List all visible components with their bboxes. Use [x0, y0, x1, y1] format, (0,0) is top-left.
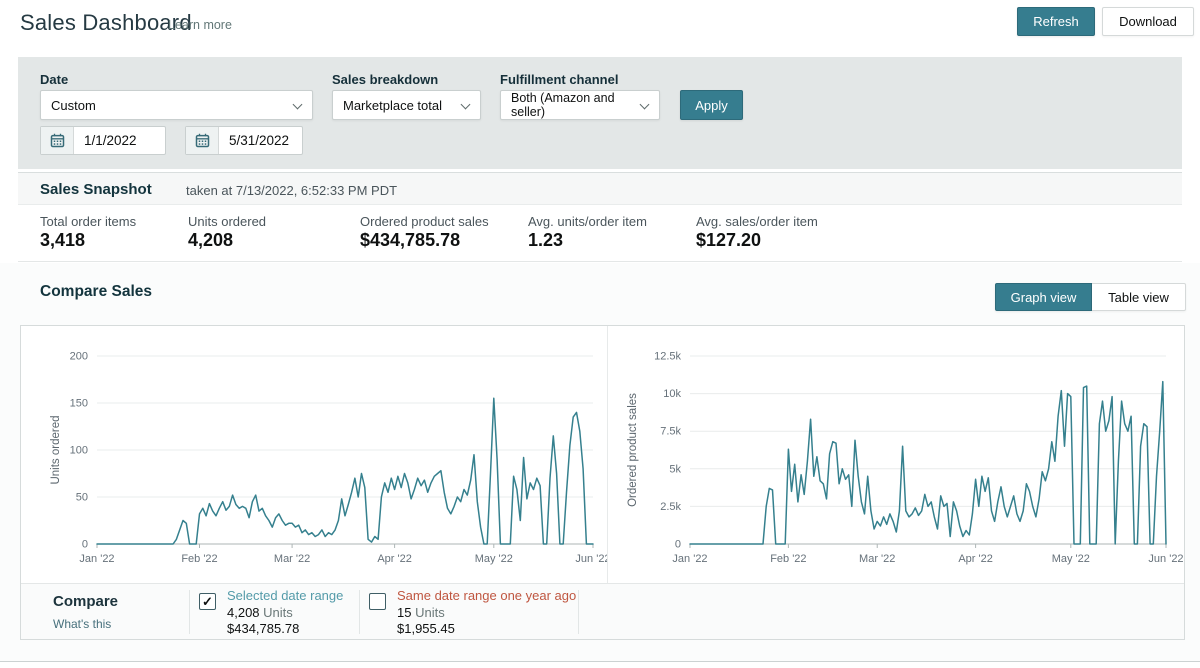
chevron-down-icon — [293, 100, 303, 110]
divider — [359, 590, 360, 634]
table-view-button[interactable]: Table view — [1092, 283, 1186, 311]
svg-text:50: 50 — [76, 492, 88, 504]
end-date-input[interactable]: 5/31/2022 — [185, 126, 303, 155]
svg-text:Mar '22: Mar '22 — [859, 553, 895, 565]
compare-row: Compare What's this ✓ Selected date rang… — [21, 583, 1184, 639]
apply-button[interactable]: Apply — [680, 90, 743, 120]
calendar-icon — [186, 127, 219, 154]
svg-text:Mar '22: Mar '22 — [274, 553, 310, 565]
svg-text:0: 0 — [675, 539, 681, 551]
download-button[interactable]: Download — [1102, 7, 1194, 36]
compare-sales-section: Compare Sales Graph view Table view 0 50 1… — [0, 263, 1200, 662]
svg-text:10k: 10k — [663, 388, 681, 400]
learn-more-link[interactable]: Learn more — [168, 18, 232, 32]
ordered-product-sales-chart: 0 2.5k 5k 7.5k 10k 12.5k Jan '22 Feb '22 Mar '22… — [607, 326, 1184, 583]
previous-range-checkbox[interactable] — [369, 593, 386, 610]
svg-text:Units ordered: Units ordered — [50, 415, 62, 484]
svg-text:Feb '22: Feb '22 — [181, 553, 217, 565]
svg-text:Feb '22: Feb '22 — [770, 553, 806, 565]
graph-view-button[interactable]: Graph view — [995, 283, 1092, 311]
svg-text:100: 100 — [70, 445, 88, 457]
charts-card: 0 50 100 150 200 Jan '22 Feb '22 Mar '22 Apr '22… — [20, 325, 1185, 640]
svg-text:Jun '22: Jun '22 — [575, 553, 607, 565]
svg-text:May '22: May '22 — [475, 553, 513, 565]
window-bottom-edge — [0, 661, 1200, 662]
svg-text:0: 0 — [82, 539, 88, 551]
compare-label: Compare — [53, 593, 118, 610]
svg-text:Jan '22: Jan '22 — [79, 553, 114, 565]
snapshot-timestamp: taken at 7/13/2022, 6:52:33 PM PDT — [186, 183, 397, 198]
compare-sales-title: Compare Sales — [40, 283, 152, 301]
svg-text:Apr '22: Apr '22 — [958, 553, 993, 565]
units-ordered-chart: 0 50 100 150 200 Jan '22 Feb '22 Mar '22 Apr '22… — [21, 326, 607, 583]
chevron-down-icon — [461, 100, 471, 110]
view-toggle: Graph view Table view — [995, 283, 1186, 311]
divider — [578, 590, 579, 634]
svg-text:May '22: May '22 — [1052, 553, 1090, 565]
fulfillment-channel-value: Both (Amazon and seller) — [511, 91, 649, 119]
svg-text:12.5k: 12.5k — [654, 351, 681, 363]
svg-text:Jun '22: Jun '22 — [1148, 553, 1183, 565]
svg-text:Ordered product sales: Ordered product sales — [627, 393, 639, 507]
sales-breakdown-label: Sales breakdown — [332, 72, 438, 87]
snapshot-metrics: Total order items 3,418 Units ordered 4,… — [18, 206, 1182, 262]
sales-breakdown-select[interactable]: Marketplace total — [332, 90, 481, 120]
calendar-icon — [41, 127, 74, 154]
sales-snapshot-title: Sales Snapshot — [40, 181, 152, 198]
previous-range-item: Same date range one year ago 15 Units $1… — [397, 588, 576, 638]
svg-text:150: 150 — [70, 398, 88, 410]
svg-text:Jan '22: Jan '22 — [672, 553, 707, 565]
end-date-value: 5/31/2022 — [219, 127, 289, 154]
svg-text:5k: 5k — [669, 463, 681, 475]
svg-text:Apr '22: Apr '22 — [377, 553, 412, 565]
fulfillment-channel-label: Fulfillment channel — [500, 72, 618, 87]
svg-text:7.5k: 7.5k — [660, 426, 681, 438]
svg-text:2.5k: 2.5k — [660, 501, 681, 513]
start-date-value: 1/1/2022 — [74, 127, 137, 154]
page-title: Sales Dashboard — [20, 10, 192, 36]
sales-snapshot-bar: Sales Snapshot taken at 7/13/2022, 6:52:… — [18, 172, 1182, 205]
refresh-button[interactable]: Refresh — [1017, 7, 1095, 36]
selected-range-checkbox[interactable]: ✓ — [199, 593, 216, 610]
sales-dashboard-page: Sales Dashboard Learn more Refresh Downl… — [0, 0, 1200, 668]
svg-text:200: 200 — [70, 351, 88, 363]
selected-range-item: Selected date range 4,208 Units $434,785… — [227, 588, 343, 638]
filter-bar: Date Custom 1/1/2022 5/31/2022 Sales bre… — [18, 57, 1182, 169]
start-date-input[interactable]: 1/1/2022 — [40, 126, 166, 155]
date-range-select[interactable]: Custom — [40, 90, 313, 120]
sales-breakdown-value: Marketplace total — [343, 98, 442, 113]
whats-this-link[interactable]: What's this — [53, 617, 111, 631]
date-range-value: Custom — [51, 98, 96, 113]
fulfillment-channel-select[interactable]: Both (Amazon and seller) — [500, 90, 660, 120]
date-filter-label: Date — [40, 72, 68, 87]
divider — [189, 590, 190, 634]
